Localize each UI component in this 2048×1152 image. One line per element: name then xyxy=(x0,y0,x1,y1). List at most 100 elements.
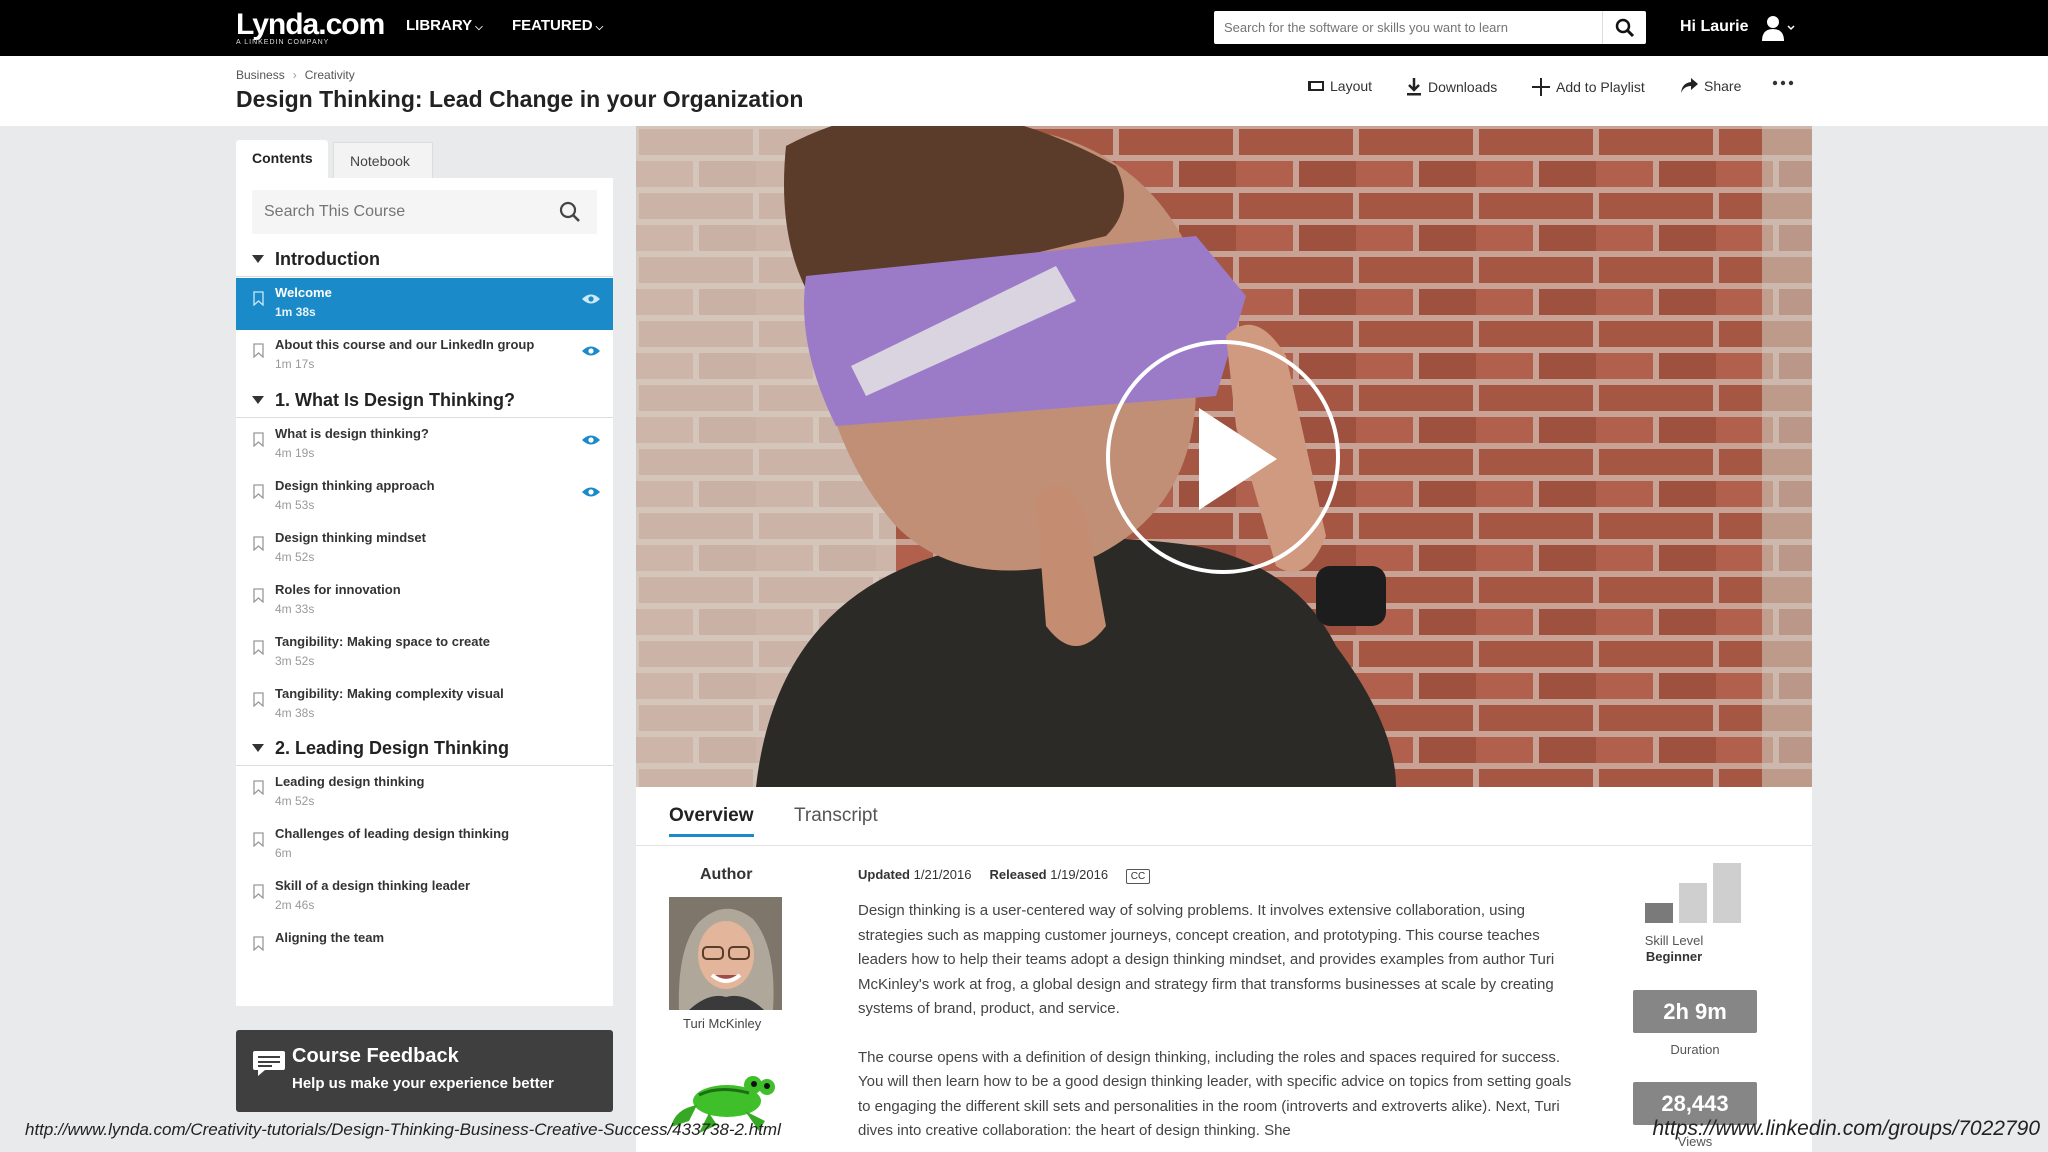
tab-notebook[interactable]: Notebook xyxy=(333,142,433,178)
chevron-right-icon: › xyxy=(292,68,297,82)
global-search xyxy=(1214,11,1646,44)
global-search-button[interactable] xyxy=(1602,11,1646,44)
skill-level-value: Beginner xyxy=(1645,949,1703,964)
bookmark-icon[interactable] xyxy=(253,291,264,306)
bookmark-icon[interactable] xyxy=(253,884,264,899)
layout-icon xyxy=(1308,81,1324,91)
add-to-playlist-button[interactable]: Add to Playlist xyxy=(1532,78,1645,96)
video-duration: 4m 33s xyxy=(275,602,315,616)
downloads-button[interactable]: Downloads xyxy=(1406,78,1497,96)
tab-contents[interactable]: Contents xyxy=(236,140,328,178)
play-button[interactable] xyxy=(1106,340,1340,574)
share-icon xyxy=(1681,78,1698,93)
breadcrumb-creativity[interactable]: Creativity xyxy=(305,68,355,82)
course-search-input[interactable] xyxy=(252,190,552,234)
video-title: Welcome xyxy=(275,285,332,300)
course-feedback-button[interactable]: Course Feedback Help us make your experi… xyxy=(236,1030,613,1112)
author-name[interactable]: Turi McKinley xyxy=(683,1016,761,1031)
tab-transcript[interactable]: Transcript xyxy=(794,805,878,827)
video-item-aligning-the-team[interactable]: Aligning the team xyxy=(236,923,613,975)
skill-level-bars-icon xyxy=(1645,863,1741,923)
user-menu[interactable] xyxy=(1760,14,1796,47)
nav-library-label: LIBRARY xyxy=(406,17,473,34)
video-player[interactable] xyxy=(636,126,1812,787)
plus-icon xyxy=(1532,78,1550,96)
layout-button[interactable]: Layout xyxy=(1308,78,1372,94)
video-title: Tangibility: Making space to create xyxy=(275,634,491,649)
video-item-what-is-design-thinking[interactable]: What is design thinking? 4m 19s xyxy=(236,419,613,471)
video-item-design-thinking-approach[interactable]: Design thinking approach 4m 53s xyxy=(236,471,613,523)
search-icon[interactable] xyxy=(559,201,581,223)
video-item-design-thinking-mindset[interactable]: Design thinking mindset 4m 52s xyxy=(236,523,613,575)
bookmark-icon[interactable] xyxy=(253,832,264,847)
video-duration: 6m xyxy=(275,846,292,860)
bookmark-icon[interactable] xyxy=(253,484,264,499)
video-duration: 4m 38s xyxy=(275,706,315,720)
feedback-subtitle: Help us make your experience better xyxy=(292,1075,554,1092)
skill-bar-1 xyxy=(1645,903,1673,923)
bookmark-icon[interactable] xyxy=(253,780,264,795)
video-item-challenges-of-leading[interactable]: Challenges of leading design thinking 6m xyxy=(236,819,613,871)
skill-bar-3 xyxy=(1713,863,1741,923)
bookmark-icon[interactable] xyxy=(253,640,264,655)
closed-captions-badge: CC xyxy=(1125,869,1151,884)
chapter-what-is-design-thinking[interactable]: 1. What Is Design Thinking? xyxy=(236,382,613,418)
author-photo[interactable] xyxy=(669,897,782,1010)
eye-icon xyxy=(582,487,600,497)
skill-level: Skill Level Beginner xyxy=(1619,933,1729,965)
bookmark-icon[interactable] xyxy=(253,936,264,951)
video-item-making-space-to-create[interactable]: Tangibility: Making space to create 3m 5… xyxy=(236,627,613,679)
video-title: Roles for innovation xyxy=(275,582,401,597)
video-duration: 4m 19s xyxy=(275,446,315,460)
bookmark-icon[interactable] xyxy=(253,536,264,551)
course-search xyxy=(252,190,597,234)
video-title: Aligning the team xyxy=(275,930,385,945)
description-paragraph: Design thinking is a user-centered way o… xyxy=(858,902,1555,1017)
download-icon xyxy=(1407,78,1421,96)
play-icon xyxy=(1199,408,1277,510)
global-search-input[interactable] xyxy=(1214,11,1599,44)
skill-level-label: Skill Level xyxy=(1644,933,1704,948)
chat-icon xyxy=(253,1051,285,1076)
bookmark-icon[interactable] xyxy=(253,343,264,358)
course-url-caption: http://www.lynda.com/Creativity-tutorial… xyxy=(25,1120,781,1139)
caret-down-icon xyxy=(252,255,264,263)
more-options-button[interactable] xyxy=(1772,74,1794,92)
video-duration: 1m 17s xyxy=(275,357,315,371)
chapter-title: 1. What Is Design Thinking? xyxy=(275,390,516,410)
course-description: Design thinking is a user-centered way o… xyxy=(858,899,1586,1144)
bookmark-icon[interactable] xyxy=(253,588,264,603)
lynda-logo[interactable]: Lynda.com A LINKEDIN COMPANY xyxy=(236,10,385,47)
bookmark-icon[interactable] xyxy=(253,692,264,707)
share-button[interactable]: Share xyxy=(1680,78,1741,94)
video-duration: 2m 46s xyxy=(275,898,315,912)
video-item-leading-design-thinking[interactable]: Leading design thinking 4m 52s xyxy=(236,767,613,819)
release-info: Updated 1/21/2016 Released 1/19/2016 CC xyxy=(858,867,1151,884)
video-title: Tangibility: Making complexity visual xyxy=(275,686,504,701)
video-item-roles-for-innovation[interactable]: Roles for innovation 4m 33s xyxy=(236,575,613,627)
video-title: Challenges of leading design thinking xyxy=(275,826,510,841)
more-icon xyxy=(1772,80,1794,86)
eye-icon xyxy=(582,294,600,304)
divider xyxy=(636,845,1812,846)
tab-overview[interactable]: Overview xyxy=(669,805,754,837)
video-item-skill-of-a-leader[interactable]: Skill of a design thinking leader 2m 46s xyxy=(236,871,613,923)
video-item-making-complexity-visual[interactable]: Tangibility: Making complexity visual 4m… xyxy=(236,679,613,731)
chapter-introduction[interactable]: Introduction xyxy=(236,241,613,277)
video-duration: 1m 38s xyxy=(275,305,316,319)
caret-down-icon xyxy=(252,744,264,752)
video-item-about-this-course[interactable]: About this course and our LinkedIn group… xyxy=(236,330,613,382)
user-icon xyxy=(1762,16,1795,41)
bookmark-icon[interactable] xyxy=(253,432,264,447)
skill-bar-2 xyxy=(1679,883,1707,923)
video-title: Design thinking approach xyxy=(275,478,435,493)
nav-library-menu[interactable]: LIBRARY ⌵ xyxy=(406,17,483,34)
description-paragraph: The course opens with a definition of de… xyxy=(858,1048,1572,1140)
chevron-down-icon: ⌵ xyxy=(475,22,483,33)
video-title: What is design thinking? xyxy=(275,426,429,441)
chapter-title: Introduction xyxy=(275,249,380,269)
breadcrumb-business[interactable]: Business xyxy=(236,68,285,82)
nav-featured-menu[interactable]: FEATURED ⌵ xyxy=(512,17,603,34)
chapter-leading-design-thinking[interactable]: 2. Leading Design Thinking xyxy=(236,730,613,766)
video-item-welcome[interactable]: Welcome 1m 38s xyxy=(236,278,613,330)
